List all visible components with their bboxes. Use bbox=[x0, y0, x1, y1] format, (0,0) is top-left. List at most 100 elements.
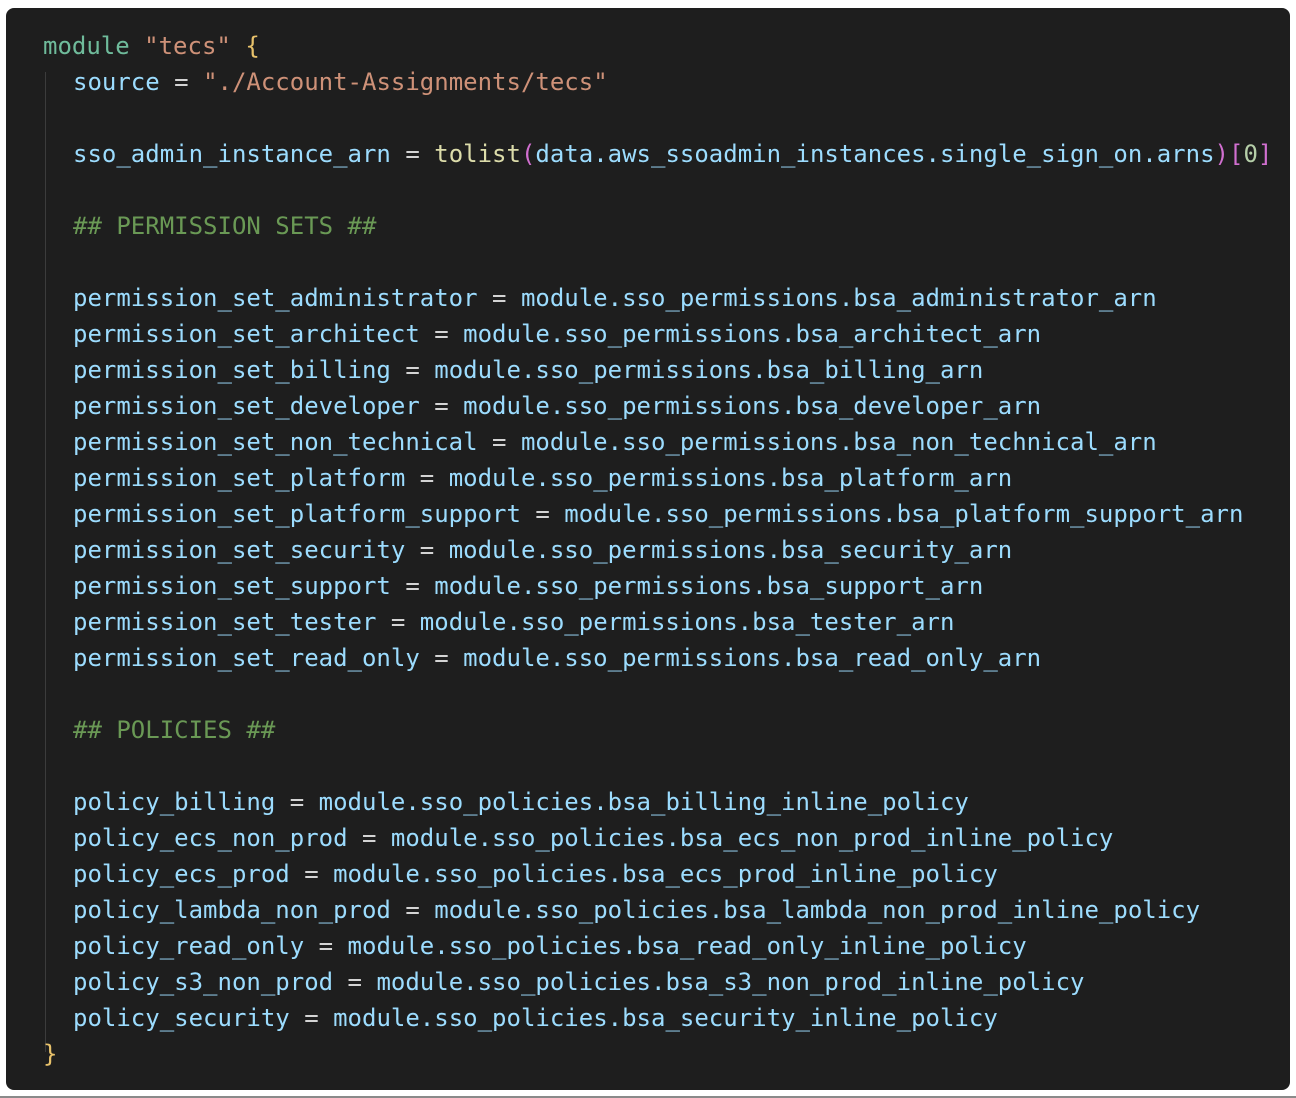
assignment-value: module.sso_permissions.bsa_support_arn bbox=[434, 572, 984, 600]
policy-line: policy_read_only = module.sso_policies.b… bbox=[43, 928, 1290, 964]
code-editor[interactable]: module "tecs" { source = "./Account-Assi… bbox=[6, 8, 1290, 1090]
assignment-key: policy_ecs_non_prod bbox=[73, 824, 348, 852]
close-paren: ) bbox=[1214, 140, 1229, 168]
equals-sign: = bbox=[419, 536, 435, 564]
equals-sign: = bbox=[347, 968, 362, 996]
equals-sign: = bbox=[405, 140, 420, 168]
equals-sign: = bbox=[434, 644, 449, 672]
permission-sets-comment: ## PERMISSION SETS ## bbox=[43, 208, 1290, 244]
policy-line: policy_s3_non_prod = module.sso_policies… bbox=[43, 964, 1290, 1000]
source-value: "./Account-Assignments/tecs" bbox=[203, 68, 608, 96]
assignment-key: permission_set_developer bbox=[73, 392, 420, 420]
equals-sign: = bbox=[492, 428, 507, 456]
open-bracket: [ bbox=[1228, 140, 1244, 168]
assignment-value: module.sso_permissions.bsa_platform_arn bbox=[448, 464, 1013, 492]
assignment-value: module.sso_permissions.bsa_tester_arn bbox=[419, 608, 955, 636]
equals-sign: = bbox=[362, 824, 377, 852]
policy-line: policy_billing = module.sso_policies.bsa… bbox=[43, 784, 1290, 820]
policy-line: policy_lambda_non_prod = module.sso_poli… bbox=[43, 892, 1290, 928]
assignment-key: policy_s3_non_prod bbox=[73, 968, 334, 996]
assignment-key: policy_security bbox=[73, 1004, 290, 1032]
assignment-key: permission_set_security bbox=[73, 536, 406, 564]
equals-sign: = bbox=[405, 356, 420, 384]
equals-sign: = bbox=[492, 284, 507, 312]
permission-set-line: permission_set_support = module.sso_perm… bbox=[43, 568, 1290, 604]
equals-sign: = bbox=[304, 860, 319, 888]
permission-set-line: permission_set_non_technical = module.ss… bbox=[43, 424, 1290, 460]
equals-sign: = bbox=[535, 500, 550, 528]
equals-sign: = bbox=[434, 320, 449, 348]
module-name: "tecs" bbox=[144, 32, 231, 60]
assignment-value: module.sso_permissions.bsa_non_technical… bbox=[520, 428, 1157, 456]
assignment-key: permission_set_support bbox=[73, 572, 391, 600]
sso-instance-arg: data.aws_ssoadmin_instances.single_sign_… bbox=[535, 140, 1215, 168]
policies-block: policy_billing = module.sso_policies.bsa… bbox=[43, 784, 1290, 1036]
close-brace: } bbox=[43, 1040, 58, 1068]
equals-sign: = bbox=[405, 896, 420, 924]
equals-sign: = bbox=[304, 1004, 319, 1032]
assignment-value: module.sso_permissions.bsa_administrator… bbox=[520, 284, 1157, 312]
assignment-key: permission_set_architect bbox=[73, 320, 420, 348]
assignment-value: module.sso_policies.bsa_billing_inline_p… bbox=[318, 788, 969, 816]
assignment-key: policy_billing bbox=[73, 788, 276, 816]
permission-set-line: permission_set_administrator = module.ss… bbox=[43, 280, 1290, 316]
permission-set-line: permission_set_platform = module.sso_per… bbox=[43, 460, 1290, 496]
assignment-key: permission_set_platform_support bbox=[73, 500, 521, 528]
assignment-key: permission_set_billing bbox=[73, 356, 391, 384]
module-declaration-line: module "tecs" { bbox=[43, 28, 1290, 64]
permission-set-line: permission_set_security = module.sso_per… bbox=[43, 532, 1290, 568]
assignment-key: permission_set_platform bbox=[73, 464, 406, 492]
assignment-value: module.sso_policies.bsa_lambda_non_prod_… bbox=[434, 896, 1201, 924]
equals-sign: = bbox=[405, 572, 420, 600]
assignment-value: module.sso_policies.bsa_read_only_inline… bbox=[347, 932, 1027, 960]
permission-set-line: permission_set_read_only = module.sso_pe… bbox=[43, 640, 1290, 676]
policy-line: policy_ecs_non_prod = module.sso_policie… bbox=[43, 820, 1290, 856]
comment-text: ## PERMISSION SETS ## bbox=[73, 212, 377, 240]
policies-comment: ## POLICIES ## bbox=[43, 712, 1290, 748]
module-keyword: module bbox=[43, 32, 130, 60]
permission-set-line: permission_set_tester = module.sso_permi… bbox=[43, 604, 1290, 640]
permission-set-line: permission_set_developer = module.sso_pe… bbox=[43, 388, 1290, 424]
equals-sign: = bbox=[390, 608, 406, 636]
assignment-key: permission_set_administrator bbox=[73, 284, 478, 312]
equals-sign: = bbox=[419, 464, 435, 492]
assignment-value: module.sso_policies.bsa_ecs_non_prod_inl… bbox=[390, 824, 1114, 852]
assignment-key: permission_set_read_only bbox=[73, 644, 420, 672]
close-bracket: ] bbox=[1257, 140, 1273, 168]
comment-text: ## POLICIES ## bbox=[73, 716, 276, 744]
assignment-value: module.sso_policies.bsa_ecs_prod_inline_… bbox=[333, 860, 998, 888]
policy-line: policy_security = module.sso_policies.bs… bbox=[43, 1000, 1290, 1036]
assignment-value: module.sso_policies.bsa_security_inline_… bbox=[333, 1004, 998, 1032]
source-key: source bbox=[73, 68, 160, 96]
assignment-key: policy_read_only bbox=[73, 932, 305, 960]
assignment-key: policy_lambda_non_prod bbox=[73, 896, 391, 924]
permission-set-line: permission_set_billing = module.sso_perm… bbox=[43, 352, 1290, 388]
assignment-key: permission_set_non_technical bbox=[73, 428, 478, 456]
assignment-value: module.sso_policies.bsa_s3_non_prod_inli… bbox=[376, 968, 1085, 996]
code-block: module "tecs" { source = "./Account-Assi… bbox=[43, 28, 1290, 1072]
equals-sign: = bbox=[174, 68, 189, 96]
tolist-function: tolist bbox=[434, 140, 521, 168]
sso-instance-key: sso_admin_instance_arn bbox=[73, 140, 391, 168]
assignment-value: module.sso_permissions.bsa_architect_arn bbox=[463, 320, 1042, 348]
close-brace-line: } bbox=[43, 1036, 1290, 1072]
index-number: 0 bbox=[1243, 140, 1258, 168]
permission-set-line: permission_set_architect = module.sso_pe… bbox=[43, 316, 1290, 352]
open-brace: { bbox=[245, 32, 260, 60]
assignment-value: module.sso_permissions.bsa_security_arn bbox=[448, 536, 1013, 564]
equals-sign: = bbox=[289, 788, 305, 816]
permission-sets-block: permission_set_administrator = module.ss… bbox=[43, 280, 1290, 676]
equals-sign: = bbox=[434, 392, 449, 420]
assignment-key: permission_set_tester bbox=[73, 608, 377, 636]
permission-set-line: permission_set_platform_support = module… bbox=[43, 496, 1290, 532]
equals-sign: = bbox=[318, 932, 334, 960]
open-paren: ( bbox=[520, 140, 536, 168]
assignment-value: module.sso_permissions.bsa_platform_supp… bbox=[564, 500, 1244, 528]
assignment-value: module.sso_permissions.bsa_read_only_arn bbox=[463, 644, 1042, 672]
assignment-key: policy_ecs_prod bbox=[73, 860, 290, 888]
